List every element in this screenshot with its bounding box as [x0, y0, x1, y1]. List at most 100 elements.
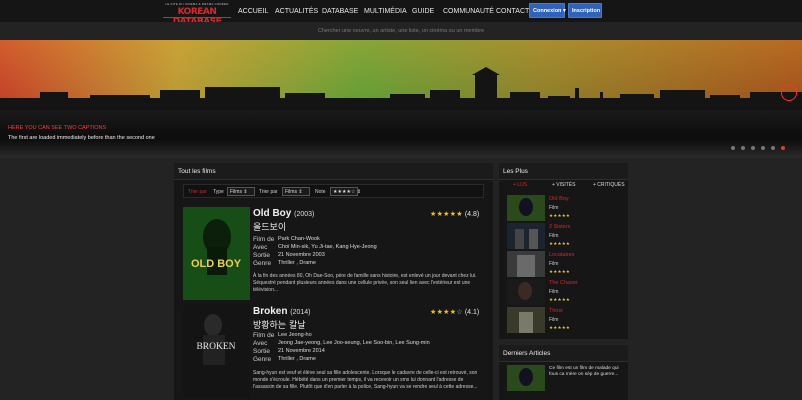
- item-kind: Film: [549, 205, 559, 211]
- film-cast[interactable]: Choi Min-sik, Yu Ji-tae, Kang Hye-Jeong: [278, 244, 377, 250]
- film-year: (2003): [294, 211, 315, 218]
- derniers-articles-title: Derniers Articles: [499, 345, 628, 362]
- select-arrow-icon: ⇕: [298, 189, 303, 195]
- film-cast[interactable]: Jeong Jae-yeong, Lee Joo-seung, Lee Soo-…: [278, 340, 430, 346]
- film-title[interactable]: Broken (2014): [253, 306, 310, 317]
- film-poster[interactable]: BROKEN: [183, 305, 250, 398]
- connexion-button[interactable]: Connexion ▾: [529, 3, 566, 18]
- item-stars: ★★★★★: [549, 297, 571, 302]
- search-input[interactable]: [250, 25, 552, 37]
- film-director[interactable]: Lee Jeong-ho: [278, 332, 312, 338]
- list-item[interactable]: Locataires Film ★★★★★: [507, 251, 627, 277]
- nav-communaute[interactable]: COMMUNAUTÉ: [443, 8, 494, 15]
- item-title[interactable]: 2 Sisters: [549, 224, 570, 230]
- films-filter-bar: Trier par Type Films ⇕ Trier par Films ⇕…: [183, 184, 484, 198]
- item-thumbnail[interactable]: [507, 279, 545, 305]
- filter-type-value: Films: [230, 189, 242, 195]
- filter-sort-label: Trier par: [188, 189, 207, 195]
- film-card[interactable]: BROKEN Broken (2014) 방황하는 칼날 ★★★★☆ (4.1)…: [183, 305, 486, 400]
- inscription-button[interactable]: Inscription: [568, 3, 602, 18]
- item-thumbnail[interactable]: [507, 195, 545, 221]
- film-year: (2014): [290, 309, 311, 316]
- item-title[interactable]: Locataires: [549, 252, 574, 258]
- top-navigation-bar: LE SITE DU CINEMA & DRAMA CORÉEN KOREAN …: [0, 0, 802, 27]
- filter-type-select[interactable]: Films ⇕: [227, 187, 255, 196]
- filter-note-label: Note: [315, 189, 326, 195]
- derniers-articles-panel: Derniers Articles Ce film est un film de…: [499, 345, 628, 400]
- logo-underline: [163, 17, 231, 18]
- filter-trier-select[interactable]: Films ⇕: [282, 187, 310, 196]
- banner-caption-text: The first are loaded immediately before …: [8, 135, 155, 141]
- film-rating: ★★★★★ (4.8): [430, 210, 479, 218]
- rating-stars: ★★★★★: [430, 211, 463, 218]
- nav-guide[interactable]: GUIDE: [412, 8, 434, 15]
- film-title-text[interactable]: Old Boy: [253, 208, 291, 219]
- label-release: Sortie: [253, 252, 270, 259]
- film-title-text[interactable]: Broken: [253, 306, 287, 317]
- films-panel-title: Tout les films: [174, 163, 493, 180]
- select-arrow-icon: ⇕: [243, 189, 248, 195]
- film-director[interactable]: Park Chan-Wook: [278, 236, 320, 242]
- list-item[interactable]: Thirst Film ★★★★★: [507, 307, 627, 333]
- item-thumbnail[interactable]: [507, 251, 545, 277]
- film-description: À la fin des années 80, Oh Dae-Soo, père…: [253, 273, 477, 293]
- film-poster[interactable]: OLD BOY: [183, 207, 250, 300]
- slider-dot-6-active[interactable]: [781, 146, 785, 150]
- slider-dot-1[interactable]: [731, 146, 735, 150]
- banner-caption-title: HERE YOU CAN SEE TWO CAPTIONS: [8, 125, 107, 131]
- filter-note-select[interactable]: ★★★★☆ ⇕: [330, 187, 362, 196]
- nav-database[interactable]: DATABASE: [322, 8, 358, 15]
- item-thumbnail[interactable]: [507, 307, 545, 333]
- filter-trier-value: Films: [285, 189, 297, 195]
- film-rating: ★★★★☆ (4.1): [430, 308, 479, 316]
- item-stars: ★★★★★: [549, 269, 571, 274]
- article-thumbnail[interactable]: [507, 365, 545, 391]
- nav-multimedia[interactable]: MULTIMÉDIA: [364, 8, 407, 15]
- site-logo[interactable]: LE SITE DU CINEMA & DRAMA CORÉEN KOREAN …: [163, 2, 231, 27]
- filter-type-label: Type: [213, 189, 224, 195]
- list-item[interactable]: 2 Sisters Film ★★★★★: [507, 223, 627, 249]
- les-plus-title: Les Plus: [499, 163, 628, 180]
- film-release: 21 Novembre 2003: [278, 252, 325, 258]
- nav-actualites[interactable]: ACTUALITÉS: [275, 8, 318, 15]
- item-kind: Film: [549, 317, 559, 323]
- tab-plus-critiques[interactable]: + CRITIQUÉS: [593, 182, 625, 188]
- label-cast: Avec: [253, 340, 268, 347]
- item-kind: Film: [549, 233, 559, 239]
- film-korean-title: 방황하는 칼날: [253, 321, 306, 331]
- filter-note-value: ★★★★☆: [333, 189, 356, 195]
- nav-accueil[interactable]: ACCUEIL: [238, 8, 268, 15]
- poster-text: BROKEN: [196, 342, 235, 352]
- film-description: Sang-hyun est veuf et élève seul sa fill…: [253, 370, 478, 390]
- item-title[interactable]: Old Boy: [549, 196, 569, 202]
- item-title[interactable]: The Chaser: [549, 280, 578, 286]
- label-genre: Genre: [253, 356, 272, 363]
- film-release: 21 Novembre 2014: [278, 348, 325, 354]
- film-korean-title: 올드보이: [253, 223, 287, 233]
- list-item[interactable]: The Chaser Film ★★★★★: [507, 279, 627, 305]
- nav-contact[interactable]: CONTACT: [496, 8, 529, 15]
- item-kind: Film: [549, 289, 559, 295]
- article-text[interactable]: Ce film est un film de malade qui fous c…: [549, 366, 627, 378]
- slider-dot-5[interactable]: [771, 146, 775, 150]
- film-card[interactable]: OLD BOY Old Boy (2003) 올드보이 ★★★★★ (4.8) …: [183, 207, 486, 302]
- label-cast: Avec: [253, 244, 268, 251]
- poster-text: OLD BOY: [191, 258, 242, 270]
- item-stars: ★★★★★: [549, 213, 571, 218]
- banner-water: [0, 110, 802, 158]
- item-stars: ★★★★★: [549, 241, 571, 246]
- item-kind: Film: [549, 261, 559, 267]
- item-title[interactable]: Thirst: [549, 308, 563, 314]
- banner-play-toggle[interactable]: [781, 85, 797, 101]
- slider-dot-3[interactable]: [751, 146, 755, 150]
- tab-plus-lus[interactable]: + LUS: [513, 182, 527, 188]
- slider-dot-4[interactable]: [761, 146, 765, 150]
- article-item[interactable]: Ce film est un film de malade qui fous c…: [507, 365, 627, 393]
- film-title[interactable]: Old Boy (2003): [253, 208, 314, 219]
- list-item[interactable]: Old Boy Film ★★★★★: [507, 195, 627, 221]
- rating-value: (4.1): [464, 309, 480, 316]
- select-arrow-icon: ⇕: [356, 189, 362, 195]
- slider-dot-2[interactable]: [741, 146, 745, 150]
- item-thumbnail[interactable]: [507, 223, 545, 249]
- tab-plus-visites[interactable]: + VISITÉS: [552, 182, 575, 188]
